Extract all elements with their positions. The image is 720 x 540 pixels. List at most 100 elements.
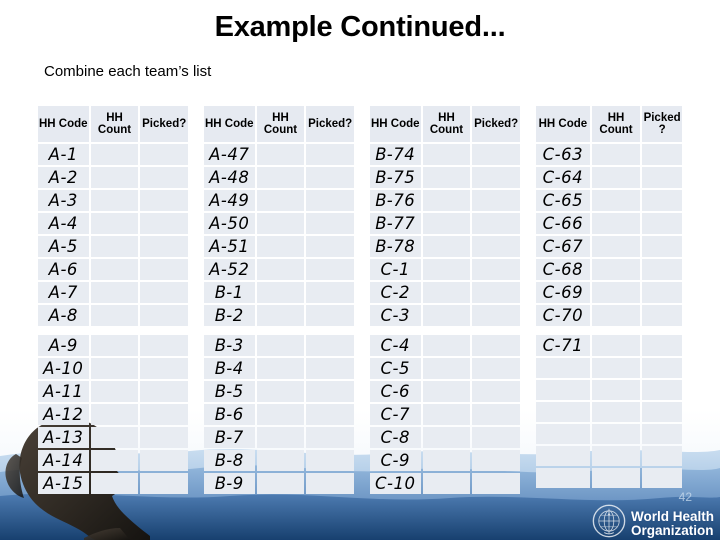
picked-cell[interactable] bbox=[306, 305, 354, 326]
hh-count-cell[interactable] bbox=[422, 259, 471, 280]
hh-count-cell[interactable] bbox=[90, 190, 139, 211]
hh-count-cell[interactable] bbox=[256, 236, 305, 257]
picked-cell[interactable] bbox=[140, 335, 188, 356]
picked-cell[interactable] bbox=[472, 404, 520, 425]
picked-cell[interactable] bbox=[642, 190, 683, 211]
hh-count-cell[interactable] bbox=[422, 167, 471, 188]
picked-cell[interactable] bbox=[306, 427, 354, 448]
picked-cell[interactable] bbox=[472, 358, 520, 379]
picked-cell[interactable] bbox=[306, 259, 354, 280]
hh-count-cell[interactable] bbox=[90, 450, 139, 471]
hh-count-cell[interactable] bbox=[422, 358, 471, 379]
hh-count-cell[interactable] bbox=[256, 305, 305, 326]
hh-count-cell[interactable] bbox=[256, 190, 305, 211]
picked-cell[interactable] bbox=[642, 305, 683, 326]
picked-cell[interactable] bbox=[140, 450, 188, 471]
hh-count-cell[interactable] bbox=[422, 282, 471, 303]
hh-count-cell[interactable] bbox=[256, 335, 305, 356]
picked-cell[interactable] bbox=[642, 358, 683, 378]
hh-count-cell[interactable] bbox=[90, 236, 139, 257]
hh-count-cell[interactable] bbox=[256, 167, 305, 188]
hh-count-cell[interactable] bbox=[90, 404, 139, 425]
hh-count-cell[interactable] bbox=[256, 381, 305, 402]
picked-cell[interactable] bbox=[140, 404, 188, 425]
hh-count-cell[interactable] bbox=[591, 380, 641, 400]
hh-count-cell[interactable] bbox=[256, 259, 305, 280]
picked-cell[interactable] bbox=[472, 473, 520, 494]
picked-cell[interactable] bbox=[306, 190, 354, 211]
hh-count-cell[interactable] bbox=[422, 236, 471, 257]
hh-count-cell[interactable] bbox=[90, 358, 139, 379]
picked-cell[interactable] bbox=[140, 381, 188, 402]
picked-cell[interactable] bbox=[140, 305, 188, 326]
hh-count-cell[interactable] bbox=[591, 468, 641, 488]
hh-count-cell[interactable] bbox=[422, 450, 471, 471]
hh-count-cell[interactable] bbox=[422, 473, 471, 494]
picked-cell[interactable] bbox=[642, 468, 683, 488]
hh-count-cell[interactable] bbox=[422, 404, 471, 425]
picked-cell[interactable] bbox=[140, 144, 188, 165]
hh-count-cell[interactable] bbox=[591, 144, 641, 165]
hh-count-cell[interactable] bbox=[591, 335, 641, 356]
picked-cell[interactable] bbox=[642, 259, 683, 280]
hh-count-cell[interactable] bbox=[256, 427, 305, 448]
picked-cell[interactable] bbox=[472, 335, 520, 356]
picked-cell[interactable] bbox=[140, 358, 188, 379]
picked-cell[interactable] bbox=[472, 282, 520, 303]
picked-cell[interactable] bbox=[472, 450, 520, 471]
hh-count-cell[interactable] bbox=[90, 144, 139, 165]
picked-cell[interactable] bbox=[642, 335, 683, 356]
hh-count-cell[interactable] bbox=[256, 144, 305, 165]
picked-cell[interactable] bbox=[306, 236, 354, 257]
hh-count-cell[interactable] bbox=[591, 402, 641, 422]
hh-count-cell[interactable] bbox=[90, 259, 139, 280]
hh-count-cell[interactable] bbox=[256, 358, 305, 379]
picked-cell[interactable] bbox=[306, 335, 354, 356]
hh-count-cell[interactable] bbox=[591, 282, 641, 303]
picked-cell[interactable] bbox=[140, 236, 188, 257]
picked-cell[interactable] bbox=[472, 236, 520, 257]
picked-cell[interactable] bbox=[306, 167, 354, 188]
picked-cell[interactable] bbox=[140, 282, 188, 303]
hh-count-cell[interactable] bbox=[90, 282, 139, 303]
picked-cell[interactable] bbox=[472, 167, 520, 188]
hh-count-cell[interactable] bbox=[422, 144, 471, 165]
hh-count-cell[interactable] bbox=[591, 446, 641, 466]
picked-cell[interactable] bbox=[472, 427, 520, 448]
hh-count-cell[interactable] bbox=[256, 473, 305, 494]
hh-count-cell[interactable] bbox=[422, 427, 471, 448]
picked-cell[interactable] bbox=[306, 473, 354, 494]
picked-cell[interactable] bbox=[306, 213, 354, 234]
hh-count-cell[interactable] bbox=[422, 335, 471, 356]
hh-count-cell[interactable] bbox=[256, 213, 305, 234]
hh-count-cell[interactable] bbox=[591, 167, 641, 188]
picked-cell[interactable] bbox=[472, 190, 520, 211]
hh-count-cell[interactable] bbox=[90, 305, 139, 326]
picked-cell[interactable] bbox=[642, 236, 683, 257]
hh-count-cell[interactable] bbox=[591, 213, 641, 234]
picked-cell[interactable] bbox=[472, 381, 520, 402]
picked-cell[interactable] bbox=[642, 446, 683, 466]
picked-cell[interactable] bbox=[642, 282, 683, 303]
hh-count-cell[interactable] bbox=[591, 305, 641, 326]
hh-count-cell[interactable] bbox=[256, 450, 305, 471]
hh-count-cell[interactable] bbox=[256, 282, 305, 303]
picked-cell[interactable] bbox=[140, 190, 188, 211]
hh-count-cell[interactable] bbox=[422, 190, 471, 211]
hh-count-cell[interactable] bbox=[422, 381, 471, 402]
picked-cell[interactable] bbox=[306, 404, 354, 425]
picked-cell[interactable] bbox=[642, 213, 683, 234]
hh-count-cell[interactable] bbox=[591, 236, 641, 257]
picked-cell[interactable] bbox=[306, 381, 354, 402]
picked-cell[interactable] bbox=[642, 402, 683, 422]
picked-cell[interactable] bbox=[472, 259, 520, 280]
picked-cell[interactable] bbox=[642, 380, 683, 400]
picked-cell[interactable] bbox=[306, 282, 354, 303]
picked-cell[interactable] bbox=[306, 450, 354, 471]
picked-cell[interactable] bbox=[140, 473, 188, 494]
hh-count-cell[interactable] bbox=[90, 213, 139, 234]
hh-count-cell[interactable] bbox=[591, 424, 641, 444]
picked-cell[interactable] bbox=[306, 358, 354, 379]
picked-cell[interactable] bbox=[642, 144, 683, 165]
hh-count-cell[interactable] bbox=[422, 305, 471, 326]
